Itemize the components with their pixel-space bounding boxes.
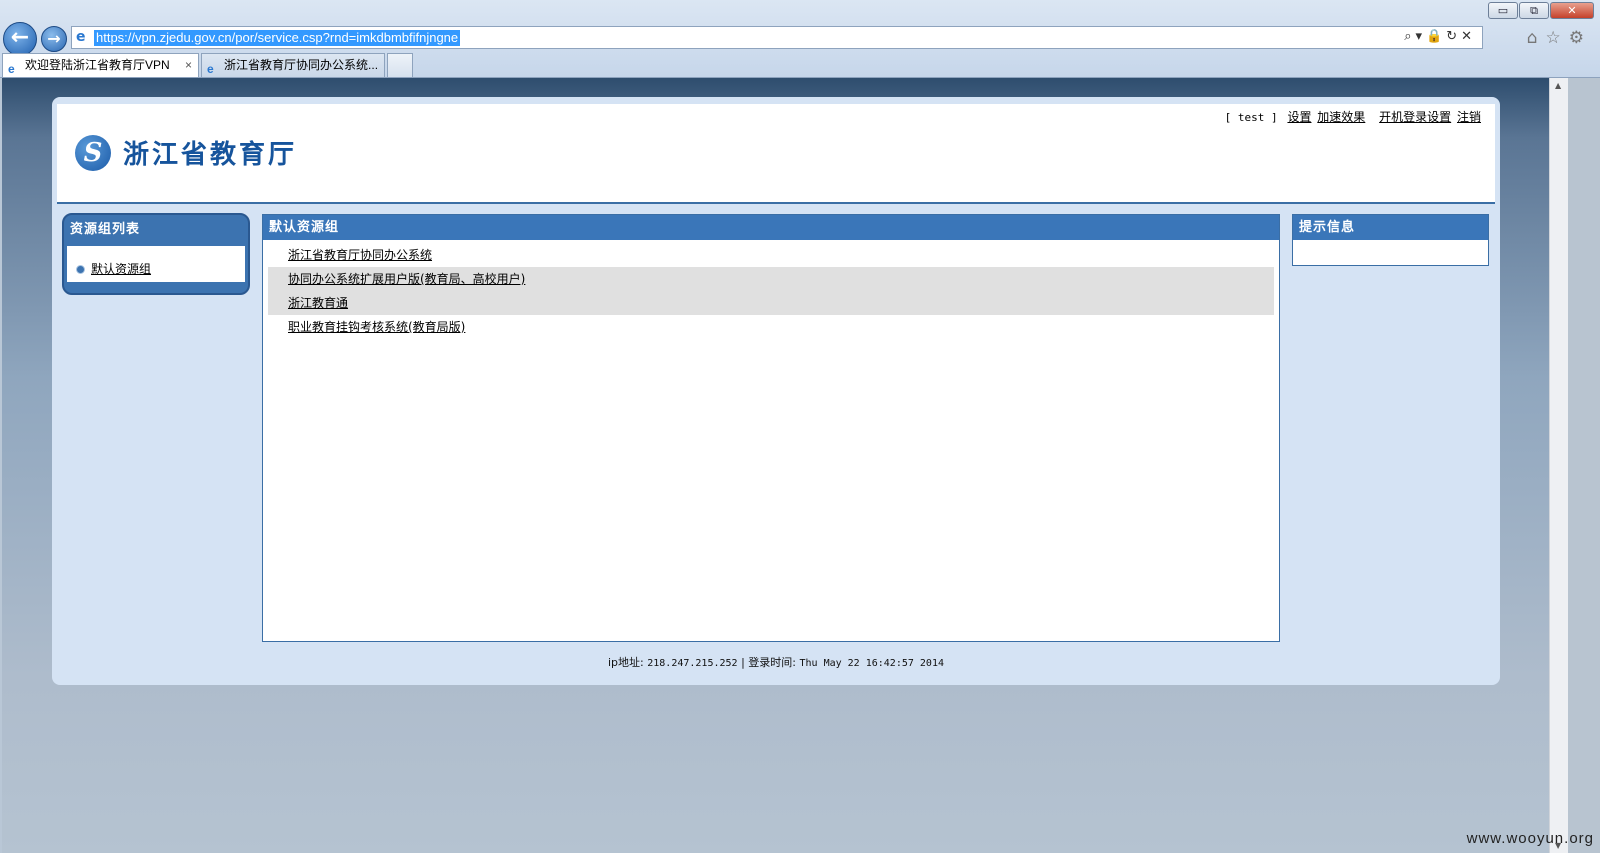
tab-vpn-welcome[interactable]: e 欢迎登陆浙江省教育厅VPN × [2, 53, 200, 77]
vertical-scrollbar[interactable]: ▲ ▼ [1549, 78, 1568, 853]
ie-tab-icon: e [207, 62, 214, 76]
address-bar[interactable]: e https://vpn.zjedu.gov.cn/por/service.c… [71, 26, 1483, 49]
close-window-button[interactable]: ✕ [1550, 2, 1594, 19]
ip-address: 218.247.215.252 [647, 658, 738, 669]
restore-button[interactable]: ⧉ [1519, 2, 1549, 19]
login-time: Thu May 22 16:42:57 2014 [799, 658, 945, 669]
logout-link[interactable]: 注销 [1457, 110, 1481, 124]
ie-tab-icon: e [8, 62, 15, 76]
sidebar-item-default-group[interactable]: 默认资源组 [76, 260, 151, 277]
portal-header: S 浙江省教育厅 [ test ] 设置 加速效果 开机登录设置 注销 [57, 104, 1495, 204]
new-tab-button[interactable] [387, 53, 414, 77]
toolbar-home-favorites-settings-icons[interactable]: ⌂☆⚙ [1527, 28, 1592, 48]
window-controls: ▭ ⧉ ✕ [1488, 2, 1594, 19]
logo-mark-icon: S [75, 134, 111, 171]
settings-link[interactable]: 设置 [1287, 110, 1311, 124]
resource-panel: 默认资源组 浙江省教育厅协同办公系统 协同办公系统扩展用户版(教育局、高校用户)… [262, 214, 1280, 642]
minimize-button[interactable]: ▭ [1488, 2, 1518, 19]
forward-button[interactable]: → [41, 26, 67, 52]
sidebar-item-label[interactable]: 默认资源组 [91, 262, 151, 276]
resource-group-list: 资源组列表 默认资源组 [62, 213, 250, 295]
scroll-up-icon[interactable]: ▲ [1555, 81, 1561, 90]
vpn-portal-panel: S 浙江省教育厅 [ test ] 设置 加速效果 开机登录设置 注销 资源组列… [52, 97, 1500, 685]
tab-strip: e 欢迎登陆浙江省教育厅VPN × e 浙江省教育厅协同办公系统... [2, 53, 415, 77]
tab-label: 欢迎登陆浙江省教育厅VPN [25, 58, 170, 72]
info-panel-title: 提示信息 [1293, 215, 1488, 240]
resource-group-list-body: 默认资源组 [67, 246, 245, 282]
back-button[interactable]: ← [3, 22, 37, 56]
logo: S 浙江省教育厅 [75, 134, 297, 171]
username: [ test ] [1224, 111, 1278, 124]
window-edge [1568, 78, 1600, 853]
startup-login-settings-link[interactable]: 开机登录设置 [1379, 110, 1451, 124]
login-time-label: 登录时间: [748, 656, 796, 669]
watermark: www.wooyun.org [1466, 830, 1594, 847]
list-item: 职业教育挂钩考核系统(教育局版) [268, 315, 1274, 339]
resource-group-list-title: 资源组列表 [70, 222, 141, 237]
resource-link[interactable]: 职业教育挂钩考核系统(教育局版) [288, 320, 465, 334]
tab-label: 浙江省教育厅协同办公系统... [224, 58, 379, 72]
logo-text: 浙江省教育厅 [123, 140, 298, 170]
tab-office-system[interactable]: e 浙江省教育厅协同办公系统... [201, 53, 386, 77]
resource-link[interactable]: 浙江教育通 [288, 296, 348, 310]
url-text[interactable]: https://vpn.zjedu.gov.cn/por/service.csp… [94, 30, 461, 46]
tab-close-icon[interactable]: × [185, 58, 192, 72]
footer-status: ip地址: 218.247.215.252 | 登录时间: Thu May 22… [52, 654, 1500, 670]
footer-separator: | [741, 656, 745, 669]
list-item: 协同办公系统扩展用户版(教育局、高校用户) [268, 267, 1274, 291]
resource-link[interactable]: 协同办公系统扩展用户版(教育局、高校用户) [288, 272, 525, 286]
resource-link[interactable]: 浙江省教育厅协同办公系统 [288, 248, 432, 262]
resource-panel-title: 默认资源组 [263, 215, 1279, 240]
ip-label: ip地址: [608, 656, 644, 669]
top-links: [ test ] 设置 加速效果 开机登录设置 注销 [1225, 108, 1481, 125]
ie-page-icon: e [76, 29, 86, 45]
info-panel: 提示信息 [1292, 214, 1489, 266]
list-item: 浙江教育通 [268, 291, 1274, 315]
list-item: 浙江省教育厅协同办公系统 [268, 243, 1274, 267]
speedup-link[interactable]: 加速效果 [1317, 110, 1365, 124]
bullet-icon [76, 265, 85, 274]
browser-chrome: ▭ ⧉ ✕ ← → e https://vpn.zjedu.gov.cn/por… [0, 0, 1600, 78]
resource-list: 浙江省教育厅协同办公系统 协同办公系统扩展用户版(教育局、高校用户) 浙江教育通… [268, 243, 1274, 339]
address-tools-icons[interactable]: ⌕▾🔒↻✕ [1404, 29, 1476, 44]
